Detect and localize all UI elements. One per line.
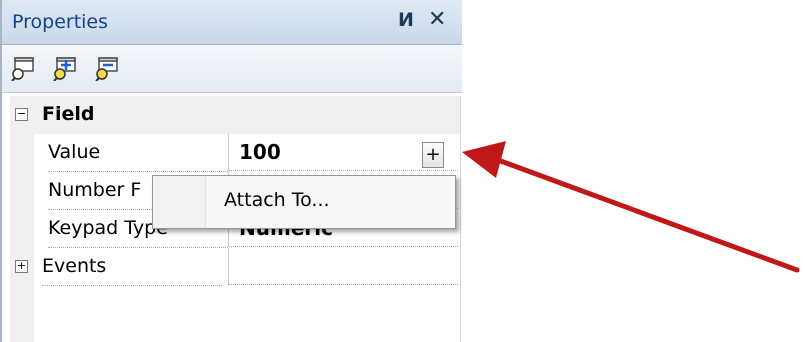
- row-gutter: [10, 210, 34, 248]
- category-label: Events: [42, 248, 222, 286]
- category-label: Field: [42, 103, 95, 125]
- add-item-icon[interactable]: [52, 55, 80, 81]
- context-menu: Attach To...: [152, 175, 456, 229]
- attach-dropdown-button[interactable]: +: [422, 142, 444, 168]
- categorized-icon[interactable]: [10, 55, 38, 81]
- panel-title: Properties: [12, 11, 109, 33]
- row-gutter: [10, 134, 34, 172]
- property-value: [228, 248, 458, 285]
- row-gutter: [10, 286, 34, 342]
- menu-item-label: Attach To...: [224, 189, 330, 211]
- menu-icon-stripe: [153, 176, 206, 228]
- expand-icon[interactable]: +: [15, 260, 28, 273]
- panel-titlebar: Properties И ✕: [2, 0, 462, 45]
- pin-icon[interactable]: И: [398, 9, 414, 31]
- category-row-events[interactable]: + Events: [10, 248, 460, 286]
- properties-panel: Properties И ✕ − Field Value 100 Number …: [0, 0, 464, 342]
- remove-item-icon[interactable]: [94, 55, 122, 81]
- property-row-value[interactable]: Value 100: [10, 134, 460, 172]
- panel-toolbar: [2, 45, 462, 93]
- collapse-icon[interactable]: −: [15, 108, 28, 121]
- menu-item-attach-to[interactable]: Attach To...: [206, 176, 453, 228]
- row-gutter: [10, 172, 34, 210]
- close-icon[interactable]: ✕: [428, 7, 446, 32]
- category-row-field[interactable]: − Field: [10, 96, 460, 134]
- property-name: Value: [48, 134, 228, 172]
